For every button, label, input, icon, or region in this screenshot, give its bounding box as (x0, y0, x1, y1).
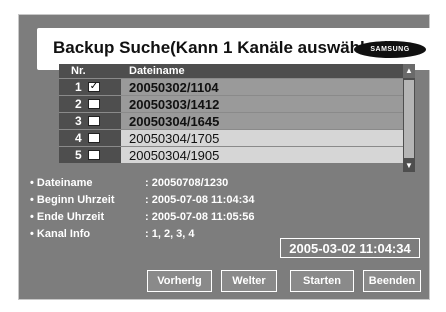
table-row[interactable]: 2 20050303/1412 (59, 95, 403, 112)
start-button[interactable]: Starten (290, 270, 354, 292)
row-number: 4 (75, 131, 82, 145)
previous-button[interactable]: Vorherlg (147, 270, 212, 292)
dialog-title: Backup Suche(Kann 1 Kanäle auswählen) (53, 38, 391, 57)
row-filename: 20050304/1645 (129, 114, 220, 129)
row-filename: 20050303/1412 (129, 97, 220, 112)
row-checkbox[interactable] (88, 116, 100, 126)
row-number-cell: 1 ✓ (59, 79, 121, 95)
table-row[interactable]: 5 20050304/1905 (59, 146, 403, 163)
info-label: • Kanal Info (30, 228, 91, 240)
samsung-logo: SAMSUNG (354, 41, 426, 58)
row-number-cell: 2 (59, 96, 121, 112)
table-header: Nr. Dateiname ▲ (59, 64, 415, 78)
row-number-cell: 5 (59, 147, 121, 163)
next-button[interactable]: Welter (221, 270, 277, 292)
row-number-cell: 4 (59, 130, 121, 146)
table-row[interactable]: 3 20050304/1645 (59, 112, 403, 129)
row-number-cell: 3 (59, 113, 121, 129)
info-label: • Dateiname (30, 177, 93, 189)
exit-button[interactable]: Beenden (363, 270, 421, 292)
info-label: • Beginn Uhrzeit (30, 194, 115, 206)
scrollbar[interactable]: ▼ (403, 78, 415, 172)
row-checkbox[interactable] (88, 150, 100, 160)
scroll-down-icon[interactable]: ▼ (403, 160, 415, 172)
table-row[interactable]: 4 20050304/1705 (59, 129, 403, 146)
header-nr: Nr. (71, 65, 86, 77)
row-filename: 20050304/1905 (129, 148, 220, 163)
row-checkbox[interactable] (88, 133, 100, 143)
info-value: : 1, 2, 3, 4 (145, 228, 195, 240)
row-number: 3 (75, 114, 82, 128)
row-checkbox[interactable]: ✓ (88, 82, 100, 92)
datetime-display: 2005-03-02 11:04:34 (280, 238, 420, 258)
table-row[interactable]: 1 ✓ 20050302/1104 (59, 78, 403, 95)
info-value: : 2005-07-08 11:05:56 (145, 211, 255, 223)
logo-text: SAMSUNG (370, 46, 410, 53)
row-number: 2 (75, 97, 82, 111)
scroll-up-icon[interactable]: ▲ (403, 64, 415, 78)
info-label: • Ende Uhrzeit (30, 211, 105, 223)
info-value: : 20050708/1230 (145, 177, 229, 189)
file-table: Nr. Dateiname ▲ 1 ✓ 20050302/1104 2 2005… (59, 64, 415, 172)
header-dateiname: Dateiname (129, 65, 185, 77)
row-filename: 20050302/1104 (129, 80, 219, 95)
row-number: 1 (75, 80, 82, 94)
scrollbar-thumb[interactable] (404, 80, 414, 158)
row-number: 5 (75, 148, 82, 162)
row-checkbox[interactable] (88, 99, 100, 109)
info-value: : 2005-07-08 11:04:34 (145, 194, 255, 206)
row-filename: 20050304/1705 (129, 131, 220, 146)
